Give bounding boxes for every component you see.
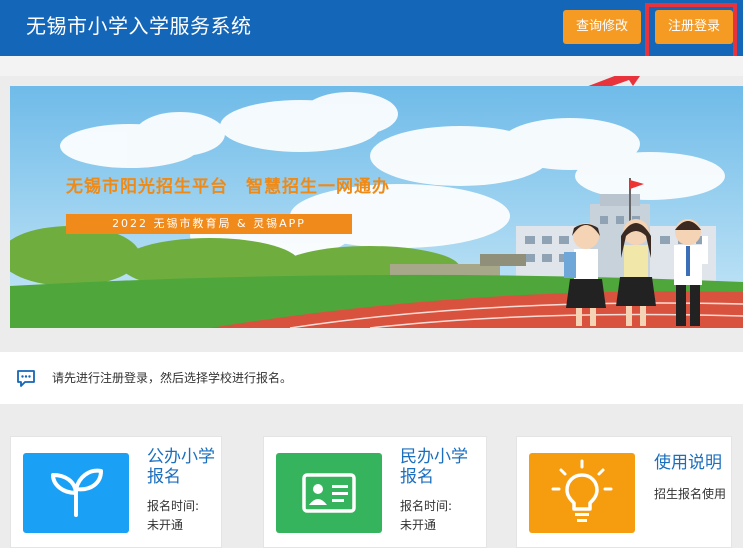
card-meta: 报名时间: 未开通 [147, 497, 227, 535]
id-card-icon-tile[interactable] [276, 453, 382, 533]
card-meta: 报名时间: 未开通 [400, 497, 480, 535]
light-bulb-icon-tile[interactable] [529, 453, 635, 533]
card-title[interactable]: 使用说明 [654, 453, 734, 473]
sprout-icon [51, 468, 103, 517]
notice-text: 请先进行注册登录，然后选择学校进行报名。 [52, 371, 293, 385]
user-guide-card[interactable]: 使用说明 招生报名使用 [516, 436, 732, 548]
hero-banner: 无锡市阳光招生平台 智慧招生一网通办 2022 无锡市教育局 & 灵锡APP [10, 86, 743, 328]
light-bulb-icon [551, 459, 613, 522]
card-meta-label: 报名时间: [147, 499, 200, 513]
card-title[interactable]: 民办小学报名 [400, 447, 480, 487]
card-meta: 招生报名使用 [654, 485, 728, 504]
banner-headline: 无锡市阳光招生平台 智慧招生一网通办 [66, 177, 390, 197]
app-title: 无锡市小学入学服务系统 [26, 14, 252, 38]
card-meta-value: 未开通 [147, 518, 184, 532]
id-card-icon [302, 473, 356, 513]
card-title[interactable]: 公办小学报名 [147, 447, 227, 487]
register-login-button[interactable]: 注册登录 [655, 10, 733, 44]
header-divider-strip [0, 56, 743, 76]
message-dots-icon [17, 370, 35, 387]
card-meta-label: 招生报名使用 [654, 487, 727, 501]
card-meta-value: 未开通 [400, 518, 437, 532]
banner-tagline: 2022 无锡市教育局 & 灵锡APP [66, 214, 352, 234]
sprout-icon-tile[interactable] [23, 453, 129, 533]
banner-illustration [10, 86, 743, 328]
card-meta-label: 报名时间: [400, 499, 453, 513]
query-modify-button[interactable]: 查询修改 [563, 10, 641, 44]
public-school-card[interactable]: 公办小学报名 报名时间: 未开通 [10, 436, 222, 548]
private-school-card[interactable]: 民办小学报名 报名时间: 未开通 [263, 436, 487, 548]
top-header: 无锡市小学入学服务系统 查询修改 注册登录 [0, 0, 743, 56]
notice-bar: 请先进行注册登录，然后选择学校进行报名。 [0, 352, 743, 404]
